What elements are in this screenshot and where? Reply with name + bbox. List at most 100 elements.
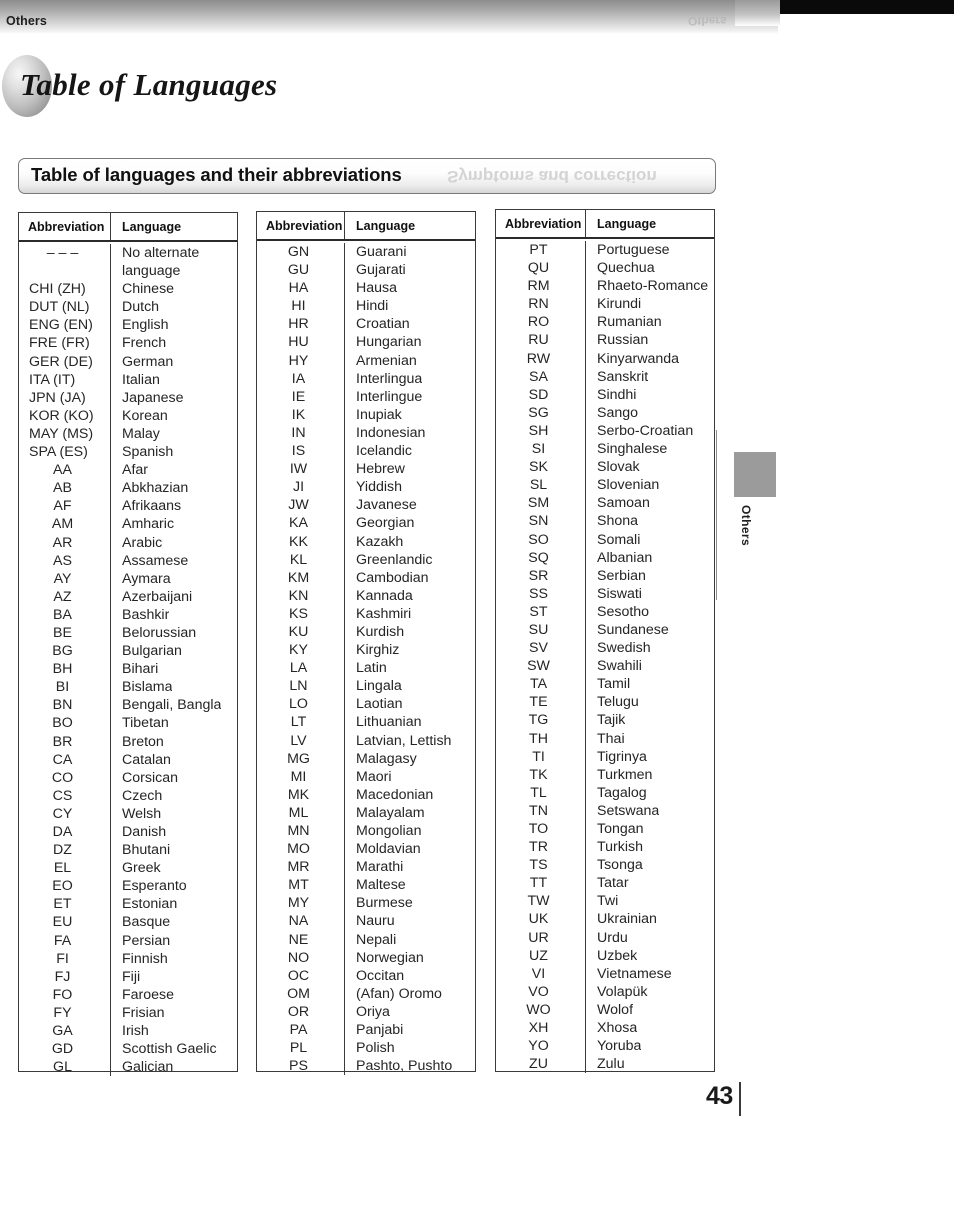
cell-language: Yoruba <box>597 1038 642 1055</box>
table-row: UK Ukrainian <box>496 910 714 929</box>
table-row: UZ Uzbek <box>496 946 714 965</box>
cell-language: Malagasy <box>356 750 417 767</box>
cell-abbreviation: TE <box>496 693 586 712</box>
cell-abbreviation: CA <box>19 750 111 769</box>
cell-language: Javanese <box>356 497 417 514</box>
cell-language: Bulgarian <box>122 643 182 660</box>
table-row: FI Finnish <box>19 949 237 968</box>
table-row: CA Catalan <box>19 750 237 769</box>
cell-abbreviation: CO <box>19 768 111 787</box>
running-head-bleedthrough: Others <box>688 14 727 28</box>
cell-abbreviation: SL <box>496 476 586 495</box>
cell-language: Afrikaans <box>122 498 182 515</box>
cell-abbreviation: TT <box>496 874 586 893</box>
cell-abbreviation: HI <box>257 297 345 316</box>
cell-language: Kashmiri <box>356 605 412 622</box>
cell-abbreviation: NE <box>257 930 345 949</box>
table-row: TK Turkmen <box>496 765 714 784</box>
table-row: HI Hindi <box>257 297 475 316</box>
cell-language: Indonesian <box>356 424 426 441</box>
table-row: MR Marathi <box>257 858 475 877</box>
table-row: HR Croatian <box>257 315 475 334</box>
table-row: AM Amharic <box>19 515 237 534</box>
cell-language: Occitan <box>356 967 405 984</box>
table-row: LA Latin <box>257 659 475 678</box>
cell-abbreviation: GN <box>257 243 345 262</box>
table-row: GU Gujarati <box>257 261 475 280</box>
cell-abbreviation: KOR (KO) <box>19 406 111 425</box>
running-head: Others <box>6 14 47 28</box>
cell-abbreviation: JPN (JA) <box>19 388 111 407</box>
table-row: BI Bislama <box>19 678 237 697</box>
cell-abbreviation: FJ <box>19 967 111 986</box>
table-row: HY Armenian <box>257 351 475 370</box>
table-row: ET Estonian <box>19 895 237 914</box>
cell-abbreviation: ML <box>257 803 345 822</box>
language-table-column-3: Abbreviation Language PT Portuguese QU Quechu… <box>495 209 715 1074</box>
table-row: KK Kazakh <box>257 532 475 551</box>
cell-abbreviation: IN <box>257 423 345 443</box>
cell-language: Wolof <box>597 1001 634 1018</box>
column-header-language: Language <box>597 216 657 231</box>
table-row: BR Breton <box>19 732 237 751</box>
cell-language: Armenian <box>356 352 417 369</box>
cell-abbreviation: CS <box>19 786 111 805</box>
cell-abbreviation: SA <box>496 367 586 386</box>
cell-abbreviation: GU <box>257 261 345 280</box>
table-row: TN Setswana <box>496 801 714 820</box>
cell-language: Galician <box>122 1059 174 1076</box>
cell-language: Esperanto <box>122 878 187 895</box>
cell-abbreviation: MK <box>257 785 345 804</box>
cell-language: Tsonga <box>597 857 643 874</box>
page-title: Table of Languages <box>20 67 278 102</box>
table-row: FA Persian <box>19 931 237 950</box>
table-row: AY Aymara <box>19 569 237 588</box>
cell-abbreviation: HU <box>257 333 345 352</box>
cell-language: Fiji <box>122 968 141 985</box>
cell-language: Welsh <box>122 805 162 822</box>
cell-abbreviation: BH <box>19 660 111 679</box>
cell-abbreviation: MR <box>257 858 345 877</box>
cell-language: Pashto, Pushto <box>356 1058 453 1075</box>
cell-abbreviation: EO <box>19 877 111 896</box>
table-row: IA Interlingua <box>257 369 475 388</box>
cell-abbreviation: SG <box>496 403 586 422</box>
cell-abbreviation: AZ <box>19 587 111 606</box>
table-row: MK Macedonian <box>257 785 475 804</box>
cell-abbreviation: OM <box>257 984 345 1003</box>
cell-language: Sesotho <box>597 603 650 620</box>
cell-language: Kurdish <box>356 623 405 640</box>
cell-language: Swedish <box>597 640 651 657</box>
table-row: GL Galician <box>19 1058 237 1077</box>
table-row: LN Lingala <box>257 677 475 696</box>
cell-language: Sundanese <box>597 621 669 638</box>
cell-language: Slovak <box>597 459 640 476</box>
table-row: TW Twi <box>496 892 714 911</box>
cell-abbreviation: LO <box>257 695 345 714</box>
cell-language: Kannada <box>356 587 413 604</box>
cell-language: Bislama <box>122 679 173 696</box>
cell-language: Vietnamese <box>597 965 672 982</box>
cell-language: Twi <box>597 893 619 910</box>
cell-abbreviation: JI <box>257 478 345 497</box>
cell-language: Albanian <box>597 549 653 566</box>
cell-language: Tigrinya <box>597 748 647 765</box>
cell-abbreviation: KN <box>257 586 345 605</box>
cell-abbreviation: IE <box>257 387 345 406</box>
cell-language: Turkmen <box>597 766 653 783</box>
table-row: IW Hebrew <box>257 460 475 479</box>
cell-language: Urdu <box>597 929 628 946</box>
cell-language: Mongolian <box>356 823 422 839</box>
table-row: IS Icelandic <box>257 442 475 461</box>
cell-language: Persian <box>122 932 171 949</box>
cell-abbreviation: AY <box>19 569 111 588</box>
table-row: DUT (NL) Dutch <box>19 298 237 317</box>
cell-abbreviation: SO <box>496 530 586 549</box>
cell-language: Tagalog <box>597 784 647 801</box>
table-row: SR Serbian <box>496 566 714 585</box>
cell-abbreviation: XH <box>496 1019 586 1038</box>
cell-abbreviation: FY <box>19 1003 111 1023</box>
cell-language: Abkhazian <box>122 480 189 497</box>
table-row: TR Turkish <box>496 838 714 857</box>
column-header-language: Language <box>122 219 182 234</box>
